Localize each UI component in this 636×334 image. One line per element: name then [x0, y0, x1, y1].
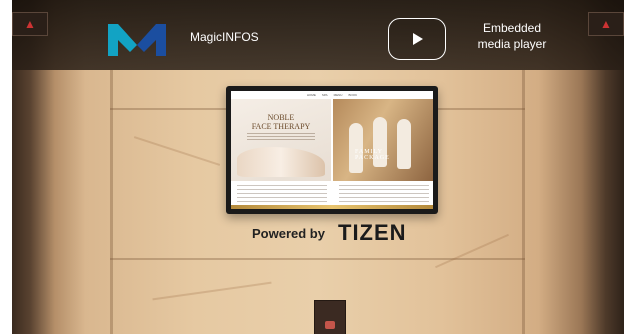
marble-vein: [435, 233, 509, 269]
player-label-line1: Embedded: [482, 21, 542, 35]
ad-text-column: [237, 185, 327, 203]
ad-nav-item: BOOK: [348, 93, 358, 97]
ad-nav-item: MENU: [333, 93, 343, 97]
play-icon: [413, 33, 423, 45]
ad-person: [397, 119, 411, 169]
panel-seam: [110, 258, 525, 260]
floor-indicator-left: ▲: [12, 12, 48, 36]
ad-title-line1: NOBLE: [267, 113, 295, 122]
floor-indicator-right: ▲: [588, 12, 624, 36]
ad-subtitle-lines: [247, 133, 315, 141]
ad-title: NOBLE FACE THERAPY: [241, 113, 321, 131]
ad-text-column: [339, 185, 429, 203]
ad-title-line2: FACE THERAPY: [251, 122, 311, 131]
ad-person: [349, 123, 363, 173]
ad-spa-image: [237, 147, 325, 177]
player-label: Embedded media player: [458, 20, 566, 52]
play-button[interactable]: [388, 18, 446, 60]
player-label-line2: media player: [477, 37, 547, 51]
marble-vein: [133, 136, 221, 166]
ad-gold-bar: [231, 205, 433, 209]
ad-family-line2: PACKAGE: [355, 155, 390, 161]
elevator-button-light: [325, 321, 335, 329]
ad-family-title: FAMILY PACKAGE: [355, 149, 390, 161]
ad-bottom-strip: [231, 181, 433, 209]
ad-left-panel: NOBLE FACE THERAPY: [231, 99, 331, 181]
ad-nav: HOME SPA MENU BOOK: [231, 91, 433, 99]
signage-display: HOME SPA MENU BOOK NOBLE FACE THERAPY FA…: [226, 86, 438, 214]
ad-right-panel: [333, 99, 433, 181]
ad-nav-item: SPA: [321, 93, 328, 97]
ad-nav-item: HOME: [306, 93, 316, 97]
elevator-button-panel: [314, 300, 346, 334]
brand-name: MagicINFOS: [190, 30, 259, 44]
tizen-logo: TIZEN: [338, 220, 407, 245]
marble-vein: [152, 281, 272, 301]
powered-by-label: Powered by: [252, 226, 325, 241]
elevator-scene: ▲ ▲ MagicINFOS Embedded media player HOM…: [0, 0, 636, 334]
signage-content: HOME SPA MENU BOOK NOBLE FACE THERAPY FA…: [231, 91, 433, 209]
magicinfo-logo-icon: [108, 24, 166, 56]
